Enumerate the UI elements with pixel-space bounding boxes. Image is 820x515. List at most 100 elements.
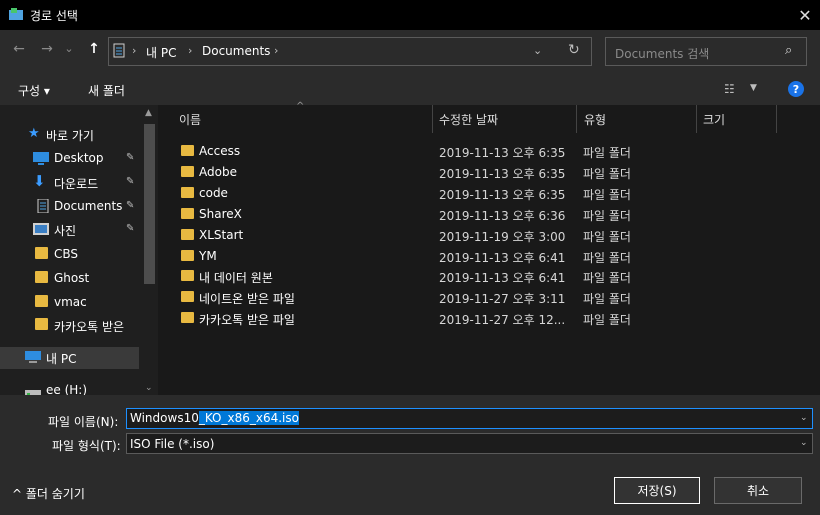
close-icon: ✕ (798, 5, 812, 25)
search-placeholder: Documents 검색 (615, 47, 710, 61)
sidebar-item-kakaotalk[interactable]: 카카오톡 받은 (0, 315, 140, 337)
table-row[interactable]: 네이트온 받은 파일 2019-11-27 오후 3:11 파일 폴더 (176, 287, 776, 307)
file-modified: 2019-11-13 오후 6:35 (439, 188, 566, 202)
document-icon (37, 199, 49, 213)
table-row[interactable]: 카카오톡 받은 파일 2019-11-27 오후 12... 파일 폴더 (176, 308, 776, 328)
table-row[interactable]: Adobe 2019-11-13 오후 6:35 파일 폴더 (176, 162, 776, 182)
column-divider[interactable] (576, 105, 577, 133)
new-folder-button[interactable]: 새 폴더 (88, 82, 125, 99)
column-divider[interactable] (776, 105, 777, 133)
file-type: 파일 폴더 (583, 292, 631, 306)
scroll-down-icon[interactable]: ⌄ (145, 383, 153, 393)
scroll-up-icon[interactable]: ▲ (145, 108, 152, 118)
sidebar-item-desktop[interactable]: Desktop ✎ (0, 148, 140, 170)
column-divider[interactable] (432, 105, 433, 133)
save-button[interactable]: 저장(S) (614, 477, 700, 504)
pin-icon: ✎ (126, 176, 135, 187)
file-name-value: Windows10_KO_x86_x64.iso (130, 411, 299, 425)
sidebar-item-label: 사진 (54, 224, 77, 238)
file-type: 파일 폴더 (583, 313, 631, 327)
forward-button[interactable]: → (38, 41, 56, 57)
back-button[interactable]: ← (10, 41, 28, 57)
search-icon[interactable]: ⌕ (785, 43, 792, 58)
file-type: 파일 폴더 (583, 271, 631, 285)
address-dropdown-icon[interactable]: ⌄ (533, 44, 542, 57)
file-modified: 2019-11-19 오후 3:00 (439, 230, 566, 244)
file-type-label: 파일 형식(T): (52, 439, 121, 453)
file-type: 파일 폴더 (583, 188, 631, 202)
folder-icon (181, 250, 194, 261)
table-row[interactable]: XLStart 2019-11-19 오후 3:00 파일 폴더 (176, 225, 776, 245)
recent-locations-button[interactable]: ⌄ (60, 42, 78, 55)
sidebar-item-label: Desktop (54, 151, 104, 165)
desktop-icon (33, 152, 49, 165)
table-row[interactable]: ShareX 2019-11-13 오후 6:36 파일 폴더 (176, 204, 776, 224)
file-type: 파일 폴더 (583, 230, 631, 244)
sidebar-item-cbs[interactable]: CBS (0, 244, 140, 266)
drive-icon (25, 390, 41, 395)
file-modified: 2019-11-13 오후 6:35 (439, 146, 566, 160)
close-button[interactable]: ✕ (790, 0, 820, 30)
folder-icon (35, 318, 48, 330)
hide-folders-button[interactable]: ^ 폴더 숨기기 (12, 485, 85, 502)
column-header-type[interactable]: 유형 (584, 111, 606, 128)
column-divider[interactable] (696, 105, 697, 133)
sidebar-item-label: 카카오톡 받은 (54, 320, 125, 334)
breadcrumb-separator: › (188, 44, 193, 57)
window-title: 경로 선택 (30, 9, 78, 23)
folder-icon (181, 208, 194, 219)
address-bar[interactable] (108, 37, 592, 66)
view-dropdown-icon[interactable]: ▼ (750, 83, 757, 93)
sidebar-item-quick-access[interactable]: ★ 바로 가기 (0, 124, 140, 146)
up-button[interactable]: ↑ (85, 41, 103, 57)
file-type-value: ISO File (*.iso) (130, 437, 215, 451)
file-type: 파일 폴더 (583, 146, 631, 160)
sidebar-item-documents[interactable]: Documents ✎ (0, 196, 140, 218)
table-row[interactable]: YM 2019-11-13 오후 6:41 파일 폴더 (176, 246, 776, 266)
sidebar-item-drive-h[interactable]: ee (H:) (0, 380, 140, 395)
folder-icon (181, 291, 194, 302)
folder-icon (181, 229, 194, 240)
file-type-select[interactable] (126, 433, 813, 454)
sidebar-item-label: Ghost (54, 271, 90, 285)
chevron-down-icon[interactable]: ⌄ (800, 413, 808, 423)
help-icon[interactable]: ? (788, 81, 804, 97)
column-header-modified[interactable]: 수정한 날짜 (439, 111, 498, 128)
file-name: YM (199, 249, 217, 263)
sidebar-item-label: Documents (54, 199, 123, 213)
breadcrumb-separator: › (132, 44, 137, 57)
table-row[interactable]: 내 데이터 원본 2019-11-13 오후 6:41 파일 폴더 (176, 266, 776, 286)
file-name-selected-text: _KO_x86_x64.iso (198, 411, 299, 425)
documents-location-icon (113, 43, 125, 58)
column-header-size[interactable]: 크기 (703, 111, 725, 128)
file-modified: 2019-11-27 오후 12... (439, 313, 566, 327)
file-name: Adobe (199, 165, 237, 179)
sidebar-item-this-pc[interactable]: 내 PC (0, 347, 139, 369)
sidebar-item-ghost[interactable]: Ghost (0, 268, 140, 290)
cancel-button[interactable]: 취소 (714, 477, 802, 504)
column-header-name[interactable]: 이름 (179, 111, 201, 128)
chevron-down-icon[interactable]: ⌄ (800, 438, 808, 448)
forward-arrow-icon: → (41, 41, 53, 57)
sidebar-item-pictures[interactable]: 사진 ✎ (0, 219, 140, 241)
pin-icon: ✎ (126, 223, 135, 234)
pc-icon (25, 351, 41, 363)
folder-icon (35, 247, 48, 259)
table-row[interactable]: Access 2019-11-13 오후 6:35 파일 폴더 (176, 141, 776, 161)
folder-icon (181, 312, 194, 323)
organize-button[interactable]: 구성 ▾ (18, 82, 50, 99)
view-options-icon[interactable]: ☷ (724, 82, 735, 96)
sidebar-item-downloads[interactable]: ⬇ 다운로드 ✎ (0, 172, 140, 194)
breadcrumb-documents[interactable]: Documents (202, 44, 270, 58)
navigation-pane: ★ 바로 가기 Desktop ✎ ⬇ 다운로드 ✎ Documents ✎ 사… (0, 105, 158, 395)
sidebar-scrollbar-thumb[interactable] (144, 124, 155, 284)
sidebar-item-vmac[interactable]: vmac (0, 292, 140, 314)
file-name-label: 파일 이름(N): (48, 415, 119, 429)
breadcrumb-this-pc[interactable]: 내 PC (146, 44, 176, 61)
file-type: 파일 폴더 (583, 251, 631, 265)
refresh-icon[interactable]: ↻ (568, 42, 580, 58)
pin-icon: ✎ (126, 200, 135, 211)
folder-icon (181, 270, 194, 281)
sidebar-item-label: 다운로드 (54, 177, 99, 191)
table-row[interactable]: code 2019-11-13 오후 6:35 파일 폴더 (176, 183, 776, 203)
